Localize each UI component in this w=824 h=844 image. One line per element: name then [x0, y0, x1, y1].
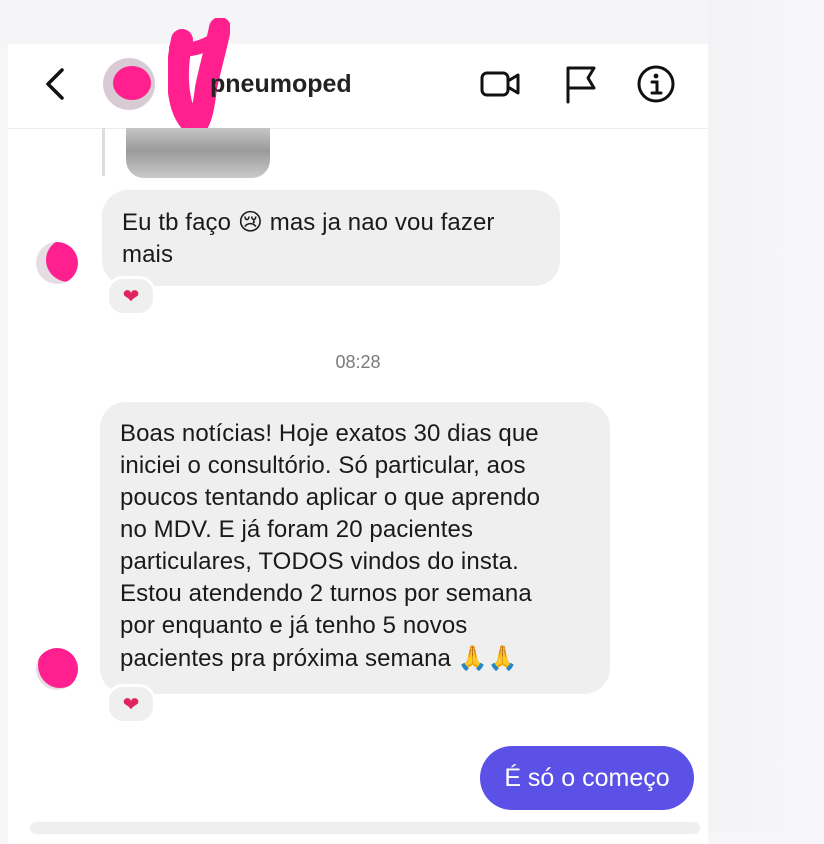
info-button[interactable] [634, 62, 678, 106]
chat-header: pneumoped [8, 18, 708, 130]
heart-icon: ❤ [122, 693, 140, 716]
sent-message-bubble[interactable]: É só o começo [480, 746, 694, 810]
folded-hands-emoji: 🙏🙏 [457, 644, 518, 672]
sent-message-text: É só o começo [504, 763, 670, 792]
previous-media-message[interactable] [126, 128, 270, 178]
message-line: no MDV. E já foram 20 pacientes [120, 516, 474, 543]
received-message-bubble[interactable]: Boas notícias! Hoje exatos 30 dias que i… [100, 402, 610, 694]
heart-reaction[interactable]: ❤ [106, 276, 156, 316]
background-edge [708, 0, 824, 831]
sender-avatar[interactable] [36, 648, 78, 690]
message-line: mais [122, 241, 174, 268]
message-line: por enquanto e já tenho 5 novos [120, 612, 468, 639]
contact-avatar[interactable] [103, 58, 155, 110]
video-call-icon [480, 71, 520, 97]
message-line: iniciei o consultório. Só particular, ao… [120, 452, 526, 479]
report-button[interactable] [558, 62, 602, 106]
message-composer-edge[interactable] [30, 822, 700, 834]
heart-reaction[interactable]: ❤ [106, 684, 156, 724]
message-line: Boas notícias! Hoje exatos 30 dias que [120, 420, 539, 447]
message-line: poucos tentando aplicar o que aprendo [120, 484, 541, 511]
sender-avatar[interactable] [36, 242, 78, 284]
reply-indicator-line [102, 128, 105, 176]
back-button[interactable] [38, 64, 78, 104]
message-line: Estou atendendo 2 turnos por semana [120, 580, 532, 607]
heart-icon: ❤ [122, 285, 140, 308]
back-arrow-icon [46, 68, 64, 100]
message-line: particulares, TODOS vindos do insta. [120, 548, 519, 575]
message-timestamp: 08:28 [335, 352, 381, 372]
message-line: pacientes pra próxima semana 🙏🙏 [120, 644, 518, 672]
crying-face-emoji: 😢 [237, 208, 263, 236]
video-call-button[interactable] [478, 62, 522, 106]
message-line: Eu tb faço 😢 mas ja nao vou fazer [122, 208, 495, 236]
contact-username[interactable]: pneumoped [210, 70, 352, 99]
received-message-bubble[interactable]: Eu tb faço 😢 mas ja nao vou fazer mais [102, 190, 560, 286]
flag-icon [566, 66, 596, 104]
status-area [0, 0, 824, 44]
info-icon [637, 65, 675, 103]
